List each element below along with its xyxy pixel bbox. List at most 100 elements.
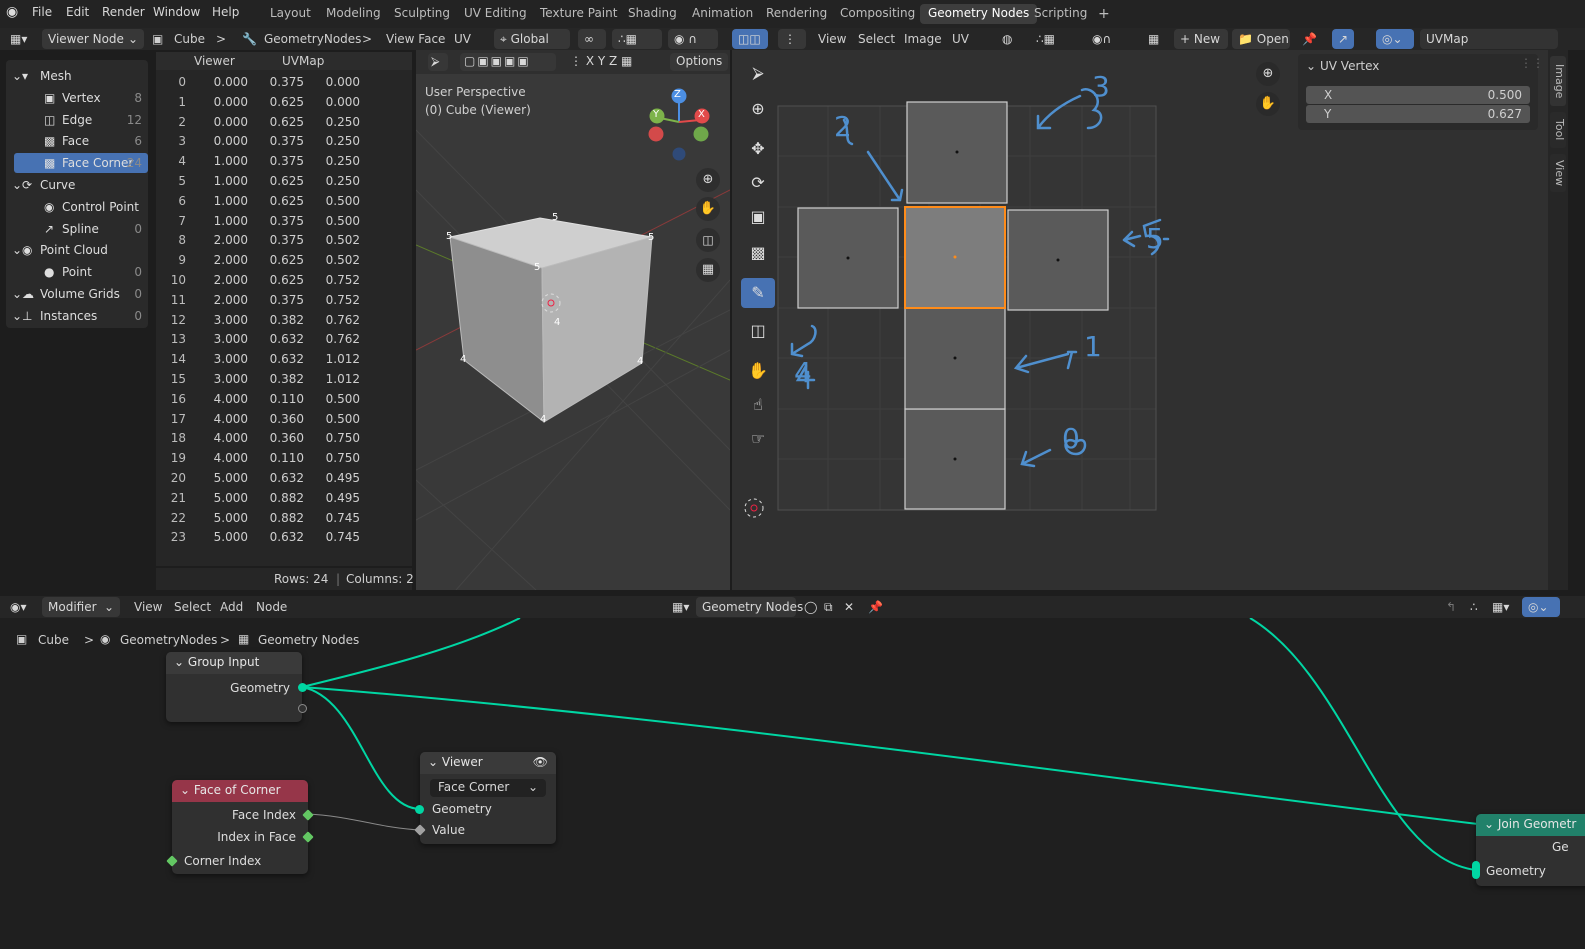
menu-help[interactable]: Help	[212, 5, 239, 19]
chevron-down-icon[interactable]: ⌄	[12, 309, 22, 323]
tree-item-spline[interactable]: ↗ Spline 0	[14, 219, 148, 239]
drag-handle-icon[interactable]: ⋮⋮	[1520, 56, 1544, 70]
tab-animation[interactable]: Animation	[684, 4, 761, 24]
snap-toggle[interactable]: ∴▦	[612, 29, 662, 49]
uv-vertex-title[interactable]: UV Vertex	[1320, 59, 1379, 73]
uv-zoom-icon[interactable]: ⊕	[1256, 62, 1280, 86]
close-icon[interactable]: ✕	[838, 597, 858, 617]
node-menu-add[interactable]: Add	[220, 600, 243, 614]
tab-modeling[interactable]: Modeling	[318, 4, 389, 24]
viewer-geometry-socket[interactable]	[415, 805, 424, 814]
tab-geometry-nodes[interactable]: Geometry Nodes	[920, 4, 1038, 24]
move-tool-icon[interactable]: ✥	[741, 134, 775, 164]
display-mode-dropdown[interactable]: Viewer Node ⌄	[42, 29, 144, 49]
chevron-down-icon[interactable]: ⌄	[1306, 59, 1316, 73]
view-face-menu[interactable]: View Face	[386, 32, 445, 46]
image-browse-icon[interactable]: ▦	[1142, 29, 1170, 49]
node-mode-dropdown[interactable]: Modifier ⌄	[42, 597, 120, 617]
pivot-dropdown[interactable]: ∞	[578, 29, 606, 49]
node-overlay-toggle[interactable]: ◎⌄	[1522, 597, 1560, 617]
tab-sculpting[interactable]: Sculpting	[386, 4, 458, 24]
parent-node-tree-icon[interactable]: ↰	[1440, 597, 1460, 617]
3d-viewport[interactable]: ⮚ ▢▣▣▣▣ ⋮ X Y Z ▦ Options User Perspecti…	[416, 50, 730, 590]
uv-sync-toggle[interactable]: ◫◫	[732, 29, 768, 49]
tab-texture-paint[interactable]: Texture Paint	[532, 4, 625, 24]
axis-x-label[interactable]: X	[698, 109, 705, 120]
tree-item-face-corner[interactable]: ▩ Face Corner 24	[14, 153, 148, 174]
transform-tool-icon[interactable]: ▩	[741, 238, 775, 268]
group-input-geometry-socket[interactable]	[298, 683, 307, 692]
column-header-viewer[interactable]: Viewer	[194, 54, 235, 68]
pin-icon[interactable]: 📌	[1296, 29, 1318, 49]
chevron-down-icon[interactable]: ⌄	[12, 243, 22, 257]
tree-item-point-cloud[interactable]: ⌄ ◉ Point Cloud	[12, 240, 148, 260]
join-geometry-multi-socket[interactable]	[1472, 861, 1480, 879]
group-input-empty-socket[interactable]	[298, 704, 307, 713]
axis-z-label[interactable]: Z	[674, 89, 681, 100]
tree-item-volume-grids[interactable]: ⌄ ☁ Volume Grids 0	[12, 284, 148, 304]
node-editor-canvas[interactable]: ▣ Cube > ◉ GeometryNodes > ▦ Geometry No…	[0, 618, 1585, 949]
tab-scripting[interactable]: Scripting	[1026, 4, 1095, 24]
join-geometry-header[interactable]: ⌄ Join Geometr	[1476, 814, 1585, 836]
add-workspace-button[interactable]: +	[1090, 4, 1118, 24]
tab-rendering[interactable]: Rendering	[758, 4, 835, 24]
uv-x-field[interactable]: X 0.500	[1306, 86, 1530, 104]
uv-menu-select[interactable]: Select	[858, 32, 895, 46]
uv-menu-image[interactable]: Image	[904, 32, 942, 46]
cursor-tool-icon[interactable]: ⊕	[741, 94, 775, 124]
chevron-down-icon[interactable]: ⌄	[12, 287, 22, 301]
breadcrumb-object[interactable]: Cube	[174, 32, 205, 46]
viewer-node[interactable]: ⌄ Viewer 👁 Face Corner ⌄ Geometry Value	[414, 752, 556, 844]
tree-item-control-point[interactable]: ◉ Control Point	[14, 197, 148, 217]
viewer-domain-dropdown[interactable]: Face Corner ⌄	[430, 779, 546, 797]
uv-menu-uv[interactable]: UV	[952, 32, 969, 46]
uv-sticky-toggle[interactable]: ↗	[1332, 29, 1354, 49]
tree-item-vertex[interactable]: ▣ Vertex 8	[14, 88, 148, 108]
menu-edit[interactable]: Edit	[66, 5, 89, 19]
chevron-down-icon[interactable]: ⌄	[12, 178, 22, 192]
eye-icon[interactable]: 👁	[533, 755, 548, 769]
breadcrumb-modifier[interactable]: GeometryNodes	[264, 32, 361, 46]
tree-item-face[interactable]: ▩ Face 6	[14, 131, 148, 151]
uv-pan-hand-icon[interactable]: ✋	[1256, 92, 1280, 116]
face-of-corner-node[interactable]: ⌄ Face of Corner Face Index Index in Fac…	[166, 780, 314, 874]
rotate-tool-icon[interactable]: ⟳	[741, 168, 775, 198]
rip-tool-icon[interactable]: ◫	[741, 316, 775, 346]
uv-editor[interactable]: 2 3 5 4 1 0 ⮚ ⊕ ✥ ⟳ ▣ ▩ ✎ ◫ ✋ ☝ ☞ ⊕ ✋	[732, 50, 1548, 590]
node-pin-icon[interactable]: 📌	[862, 597, 883, 617]
select-box-tool-icon[interactable]: ⮚	[741, 58, 775, 88]
tab-view[interactable]: View	[1550, 154, 1566, 192]
uv-menu[interactable]: UV	[454, 32, 471, 46]
chevron-down-icon[interactable]: ⌄	[12, 69, 22, 83]
node-menu-select[interactable]: Select	[174, 600, 211, 614]
node-snap-icon[interactable]: ∴	[1464, 597, 1484, 617]
node-editor-type-icon[interactable]: ◉▾	[4, 597, 38, 617]
zoom-icon[interactable]: ⊕	[696, 168, 720, 192]
uv-proportional-toggle[interactable]: ◉∩	[1086, 29, 1134, 49]
axis-y-label[interactable]: Y	[653, 109, 659, 120]
group-input-header[interactable]: ⌄ Group Input	[166, 652, 302, 674]
uvmap-field[interactable]: UVMap	[1420, 29, 1558, 49]
editor-type-icon[interactable]: ▦▾	[4, 29, 38, 49]
tree-item-mesh[interactable]: ⌄ ▾ Mesh	[12, 66, 148, 86]
fake-user-shield-icon[interactable]: ◯	[798, 597, 818, 617]
uv-select-mode[interactable]: ⋮	[778, 29, 806, 49]
menu-file[interactable]: File	[32, 5, 52, 19]
group-input-node[interactable]: ⌄ Group Input Geometry	[166, 652, 307, 722]
scale-tool-icon[interactable]: ▣	[741, 202, 775, 232]
node-tree-name-field[interactable]: Geometry Nodes	[696, 597, 803, 617]
proportional-edit-toggle[interactable]: ◉ ∩	[668, 29, 718, 49]
tab-compositing[interactable]: Compositing	[832, 4, 923, 24]
tab-uv-editing[interactable]: UV Editing	[456, 4, 535, 24]
overlay-toggle[interactable]: ◎⌄	[1376, 29, 1414, 49]
annotate-tool-icon[interactable]: ✎	[741, 278, 775, 308]
camera-icon[interactable]: ◫	[696, 228, 720, 252]
pan-hand-icon[interactable]: ✋	[696, 197, 720, 221]
viewer-header[interactable]: ⌄ Viewer 👁	[420, 752, 556, 774]
relax-tool-icon[interactable]: ☝	[741, 390, 775, 420]
new-image-button[interactable]: + New	[1174, 29, 1228, 49]
grid-view-icon[interactable]: ▦	[696, 258, 720, 282]
tree-item-curve[interactable]: ⌄ ⟳ Curve	[12, 175, 148, 195]
node-tree-browse-icon[interactable]: ▦▾	[666, 597, 694, 617]
tab-tool[interactable]: Tool	[1550, 112, 1566, 148]
